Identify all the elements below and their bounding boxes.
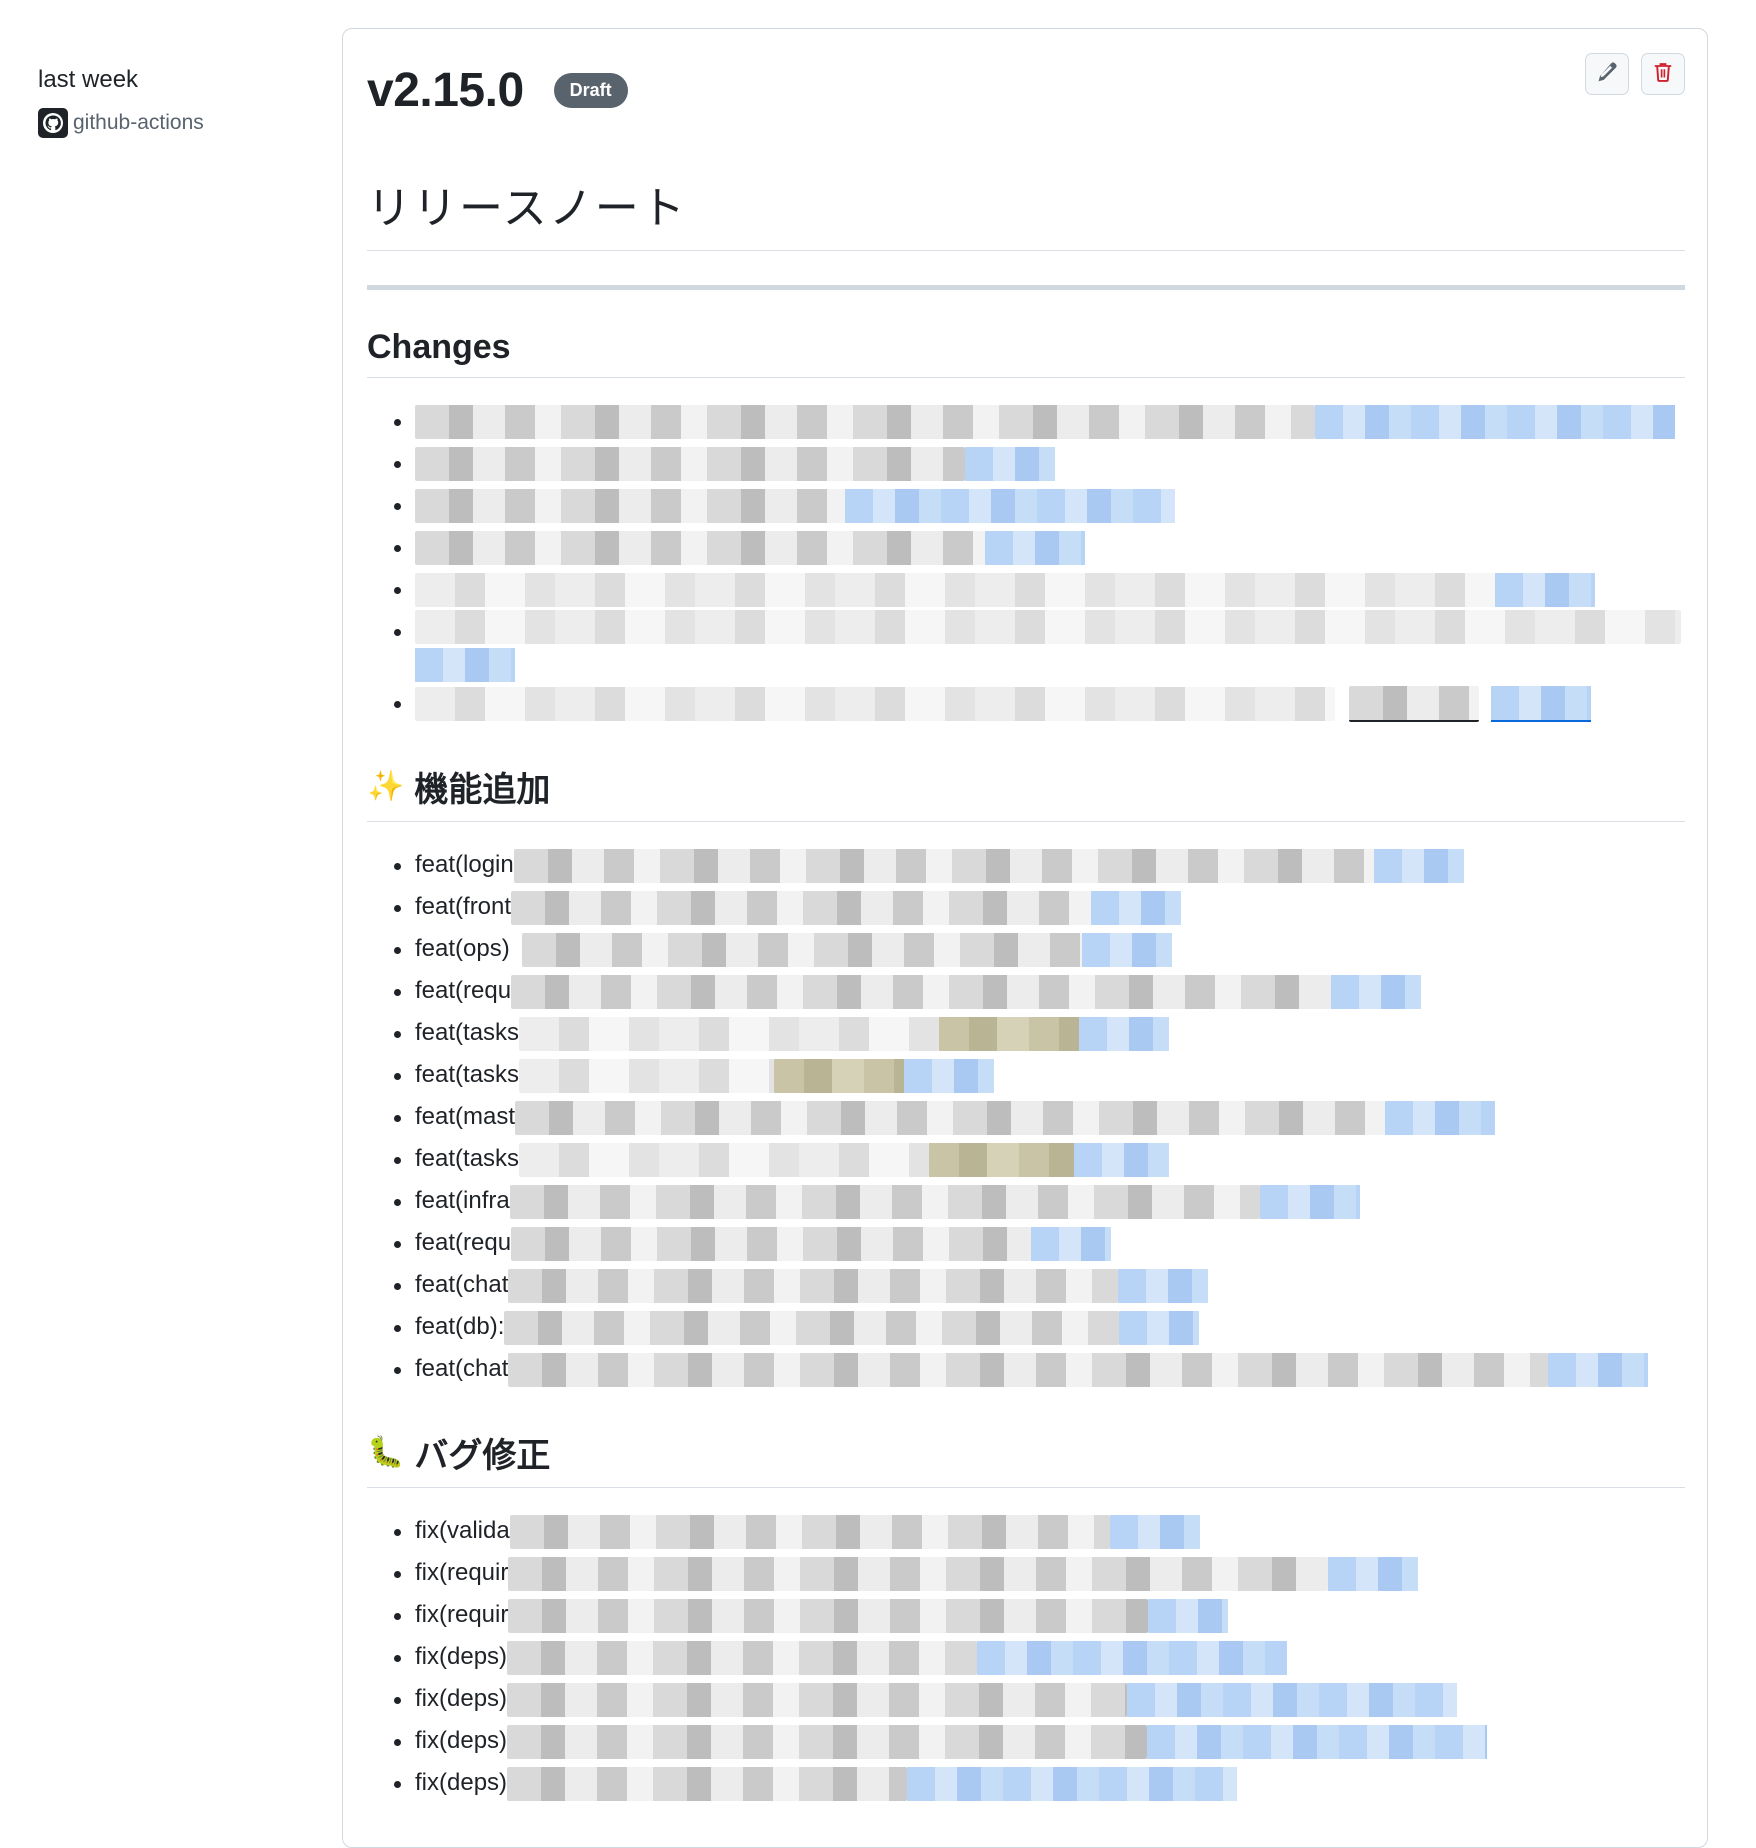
release-card: v2.15.0 Draft リリースノート Changes ✨ 機能追加 fea…	[342, 28, 1708, 1848]
list-item	[367, 526, 1685, 568]
features-list: feat(login feat(front feat(ops) feat(req…	[367, 844, 1685, 1390]
divider	[367, 285, 1685, 290]
list-item: feat(ops)	[367, 928, 1685, 970]
list-item: fix(deps)	[367, 1636, 1685, 1678]
features-heading: ✨ 機能追加	[367, 762, 1685, 822]
list-item: feat(tasks	[367, 1138, 1685, 1180]
list-item: feat(front	[367, 886, 1685, 928]
list-item	[367, 682, 1685, 724]
list-item: feat(db):	[367, 1306, 1685, 1348]
sparkles-icon: ✨	[367, 770, 405, 803]
bugfix-list: fix(valida fix(requir fix(requir fix(dep…	[367, 1510, 1685, 1804]
list-item: fix(requir	[367, 1552, 1685, 1594]
list-item	[367, 484, 1685, 526]
list-item: fix(deps)	[367, 1678, 1685, 1720]
changes-heading: Changes	[367, 328, 1685, 378]
list-item: feat(infra	[367, 1180, 1685, 1222]
release-version[interactable]: v2.15.0	[367, 63, 524, 118]
list-item: feat(mast	[367, 1096, 1685, 1138]
list-item: feat(requ	[367, 970, 1685, 1012]
release-sidebar: last week github-actions	[38, 66, 298, 138]
list-item: feat(chat	[367, 1264, 1685, 1306]
list-item: fix(valida	[367, 1510, 1685, 1552]
draft-badge: Draft	[553, 73, 628, 108]
changes-list	[367, 400, 1685, 724]
author-name[interactable]: github-actions	[73, 111, 204, 135]
list-item: fix(deps)	[367, 1762, 1685, 1804]
list-item: feat(tasks	[367, 1012, 1685, 1054]
list-item	[367, 610, 1685, 682]
list-item: feat(chat	[367, 1348, 1685, 1390]
bugfix-heading: 🐛 バグ修正	[367, 1428, 1685, 1488]
list-item	[367, 400, 1685, 442]
list-item	[367, 568, 1685, 610]
list-item: feat(tasks	[367, 1054, 1685, 1096]
release-notes-heading: リリースノート	[367, 172, 1685, 251]
author-link[interactable]: github-actions	[38, 108, 298, 138]
list-item: fix(deps)	[367, 1720, 1685, 1762]
list-item	[367, 442, 1685, 484]
list-item: feat(requ	[367, 1222, 1685, 1264]
bug-icon: 🐛	[367, 1436, 405, 1469]
list-item: feat(login	[367, 844, 1685, 886]
release-time: last week	[38, 66, 139, 93]
github-icon	[38, 108, 68, 138]
list-item: fix(requir	[367, 1594, 1685, 1636]
